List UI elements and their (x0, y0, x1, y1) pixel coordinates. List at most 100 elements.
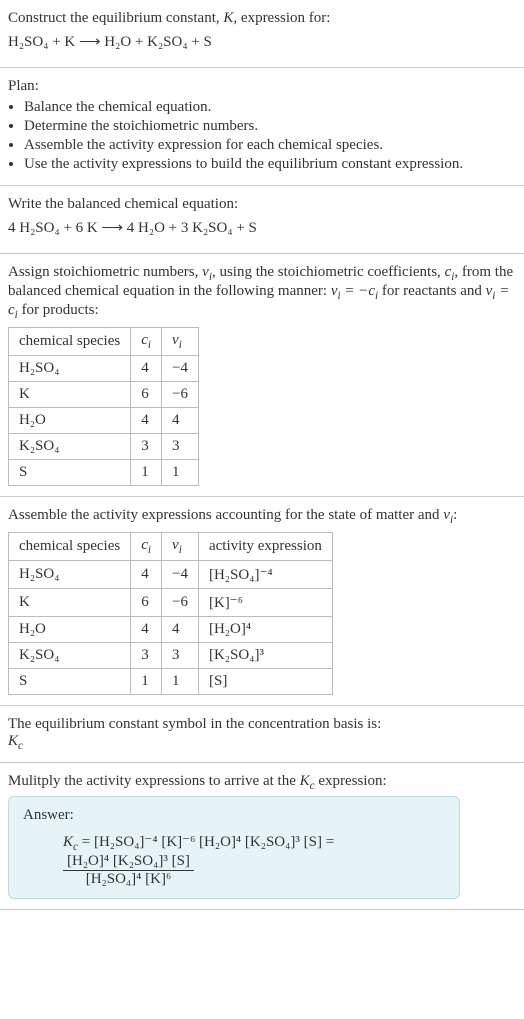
intro-section: Construct the equilibrium constant, K, e… (0, 0, 524, 68)
col-species: chemical species (9, 328, 131, 356)
plan-item: Balance the chemical equation. (24, 99, 516, 116)
answer-expression: Kc = [H₂SO₄]⁻⁴ [K]⁻⁶ [H₂O]⁴ [K₂SO₄]³ [S]… (63, 832, 445, 888)
col-nui: νi (162, 533, 199, 561)
cell-species: H₂SO₄ (9, 561, 131, 589)
balanced-title: Write the balanced chemical equation: (8, 196, 516, 213)
answer-lhs: = [H₂SO₄]⁻⁴ [K]⁻⁶ [H₂O]⁴ [K₂SO₄]³ [S] = (82, 834, 334, 850)
activity-text: : (453, 507, 457, 523)
table-row: H₂O44 (9, 408, 199, 434)
intro-line: Construct the equilibrium constant, K, e… (8, 10, 516, 27)
col-activity: activity expression (198, 533, 332, 561)
cell-n: 4 (162, 408, 199, 434)
Kc-symbol: Kc (300, 773, 315, 789)
table-row: K6−6[K]⁻⁶ (9, 589, 333, 617)
unbalanced-equation: H₂SO₄ + K ⟶ H₂O + K₂SO₄ + S (8, 27, 516, 57)
cell-species: H₂SO₄ (9, 356, 131, 382)
cell-species: H₂O (9, 617, 131, 643)
activity-section: Assemble the activity expressions accoun… (0, 497, 524, 706)
cell-c: 4 (131, 356, 162, 382)
cell-n: −6 (162, 589, 199, 617)
table-row: S11 (9, 460, 199, 486)
cell-n: 1 (162, 669, 199, 695)
cell-species: S (9, 460, 131, 486)
table-row: H₂SO₄4−4 (9, 356, 199, 382)
plan-item: Determine the stoichiometric numbers. (24, 118, 516, 135)
cell-n: 1 (162, 460, 199, 486)
plan-section: Plan: Balance the chemical equation. Det… (0, 68, 524, 186)
answer-label: Answer: (23, 807, 445, 824)
stoich-section: Assign stoichiometric numbers, νi, using… (0, 254, 524, 497)
activity-text: Assemble the activity expressions accoun… (8, 507, 443, 523)
nu-i: νi (443, 507, 453, 523)
cell-n: 3 (162, 643, 199, 669)
intro-text-a: Construct the equilibrium constant, (8, 10, 223, 26)
cell-c: 6 (131, 589, 162, 617)
stoich-text: , using the stoichiometric coefficients, (212, 264, 445, 280)
Kc-symbol: Kc (63, 834, 78, 850)
cell-n: 3 (162, 434, 199, 460)
stoich-table: chemical species ci νi H₂SO₄4−4 K6−6 H₂O… (8, 327, 199, 486)
cell-activity: [K₂SO₄]³ (198, 643, 332, 669)
table-row: K₂SO₄33 (9, 434, 199, 460)
answer-fraction: [H₂O]⁴ [K₂SO₄]³ [S] [H₂SO₄]⁴ [K]⁶ (63, 853, 194, 888)
cell-c: 3 (131, 434, 162, 460)
stoich-text: for products: (18, 302, 99, 318)
mult-title: Mulitply the activity expressions to arr… (8, 773, 516, 792)
cell-species: K₂SO₄ (9, 434, 131, 460)
table-row: S11[S] (9, 669, 333, 695)
Kc-symbol: Kc (8, 733, 516, 752)
table-row: H₂O44[H₂O]⁴ (9, 617, 333, 643)
table-header-row: chemical species ci νi activity expressi… (9, 533, 333, 561)
mult-text: Mulitply the activity expressions to arr… (8, 773, 300, 789)
stoich-para: Assign stoichiometric numbers, νi, using… (8, 264, 516, 321)
symbol-section: The equilibrium constant symbol in the c… (0, 706, 524, 763)
cell-species: K₂SO₄ (9, 643, 131, 669)
cell-c: 1 (131, 669, 162, 695)
cell-activity: [S] (198, 669, 332, 695)
table-header-row: chemical species ci νi (9, 328, 199, 356)
cell-c: 4 (131, 408, 162, 434)
table-row: K₂SO₄33[K₂SO₄]³ (9, 643, 333, 669)
answer-box: Answer: Kc = [H₂SO₄]⁻⁴ [K]⁻⁶ [H₂O]⁴ [K₂S… (8, 796, 460, 899)
mult-text: expression: (315, 773, 387, 789)
cell-c: 4 (131, 561, 162, 589)
table-row: K6−6 (9, 382, 199, 408)
col-nui: νi (162, 328, 199, 356)
cell-activity: [H₂SO₄]⁻⁴ (198, 561, 332, 589)
col-species: chemical species (9, 533, 131, 561)
cell-n: 4 (162, 617, 199, 643)
K-symbol: K (223, 10, 233, 26)
cell-activity: [K]⁻⁶ (198, 589, 332, 617)
balanced-section: Write the balanced chemical equation: 4 … (0, 186, 524, 254)
c-i: ci (445, 264, 455, 280)
cell-c: 4 (131, 617, 162, 643)
nu-i: νi (202, 264, 212, 280)
plan-item: Assemble the activity expression for eac… (24, 137, 516, 154)
intro-text-b: , expression for: (233, 10, 330, 26)
stoich-text: Assign stoichiometric numbers, (8, 264, 202, 280)
nu-eq-neg-c: νi = −ci (331, 283, 378, 299)
symbol-line: The equilibrium constant symbol in the c… (8, 716, 516, 733)
plan-list: Balance the chemical equation. Determine… (8, 99, 516, 173)
cell-species: H₂O (9, 408, 131, 434)
table-row: H₂SO₄4−4[H₂SO₄]⁻⁴ (9, 561, 333, 589)
cell-n: −4 (162, 356, 199, 382)
cell-species: K (9, 382, 131, 408)
balanced-equation: 4 H₂SO₄ + 6 K ⟶ 4 H₂O + 3 K₂SO₄ + S (8, 213, 516, 243)
cell-c: 1 (131, 460, 162, 486)
cell-c: 6 (131, 382, 162, 408)
fraction-numerator: [H₂O]⁴ [K₂SO₄]³ [S] (63, 853, 194, 871)
activity-para: Assemble the activity expressions accoun… (8, 507, 516, 526)
cell-c: 3 (131, 643, 162, 669)
col-ci: ci (131, 328, 162, 356)
fraction-denominator: [H₂SO₄]⁴ [K]⁶ (63, 871, 194, 888)
cell-species: S (9, 669, 131, 695)
cell-n: −6 (162, 382, 199, 408)
col-ci: ci (131, 533, 162, 561)
cell-n: −4 (162, 561, 199, 589)
answer-section: Mulitply the activity expressions to arr… (0, 763, 524, 910)
cell-species: K (9, 589, 131, 617)
activity-table: chemical species ci νi activity expressi… (8, 532, 333, 695)
plan-item: Use the activity expressions to build th… (24, 156, 516, 173)
cell-activity: [H₂O]⁴ (198, 617, 332, 643)
